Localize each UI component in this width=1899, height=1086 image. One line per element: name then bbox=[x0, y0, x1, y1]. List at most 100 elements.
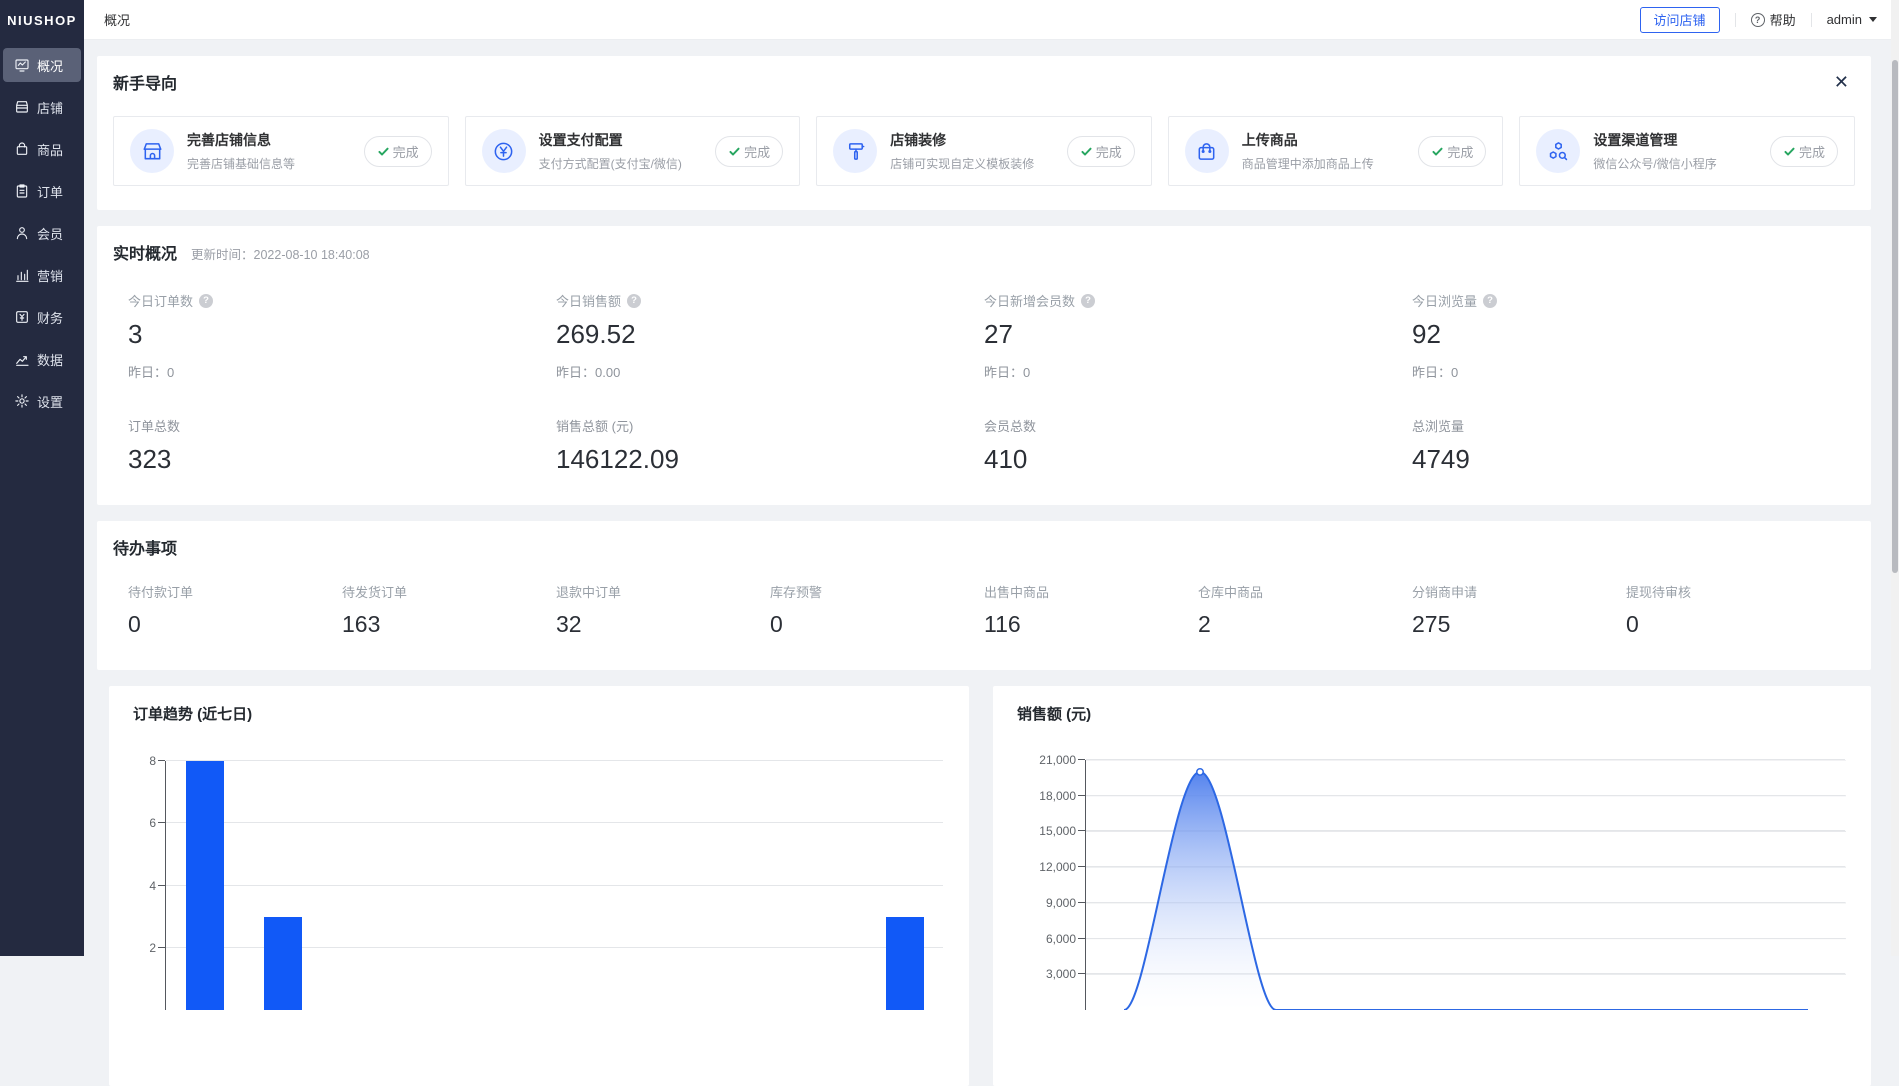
done-label: 完成 bbox=[744, 142, 770, 161]
bar[interactable] bbox=[264, 917, 302, 1010]
stat-label: 今日浏览量 bbox=[1412, 291, 1477, 310]
bar[interactable] bbox=[886, 917, 924, 1010]
guide-card-title: 完善店铺信息 bbox=[187, 130, 295, 150]
tick-mark bbox=[1078, 830, 1085, 831]
bar[interactable] bbox=[186, 761, 224, 1010]
guide-card[interactable]: 上传商品 商品管理中添加商品上传 完成 bbox=[1168, 116, 1504, 186]
yuan-circle-icon bbox=[482, 129, 526, 173]
done-badge[interactable]: 完成 bbox=[1418, 136, 1486, 167]
sales-area-chart bbox=[1086, 760, 1846, 1010]
guide-card-desc: 支付方式配置(支付宝/微信) bbox=[539, 155, 682, 172]
guide-card[interactable]: 完善店铺信息 完善店铺基础信息等 完成 bbox=[113, 116, 449, 186]
done-badge[interactable]: 完成 bbox=[1067, 136, 1135, 167]
sidebar-item-goods[interactable]: 商品 bbox=[3, 132, 81, 166]
tick-mark bbox=[1078, 759, 1085, 760]
sidebar: NIUSHOP 概况 店铺 商品 订单 会员 营销 财务 数据 bbox=[0, 0, 84, 956]
stat-total-value: 323 bbox=[128, 444, 556, 475]
sidebar-item-member[interactable]: 会员 bbox=[3, 216, 81, 250]
app-logo[interactable]: NIUSHOP bbox=[0, 0, 84, 40]
sales-chart-panel: 销售额 (元) 3,000 6,000 9,000 12,000 15,000 … bbox=[993, 686, 1871, 1086]
done-badge[interactable]: 完成 bbox=[364, 136, 432, 167]
todo-item[interactable]: 库存预警 0 bbox=[770, 582, 984, 638]
guide-card[interactable]: 设置支付配置 支付方式配置(支付宝/微信) 完成 bbox=[465, 116, 801, 186]
breadcrumb: 概况 bbox=[104, 10, 130, 29]
todo-item[interactable]: 待付款订单 0 bbox=[128, 582, 342, 638]
todo-item-value: 116 bbox=[984, 611, 1198, 638]
bag-icon bbox=[1185, 129, 1229, 173]
guide-card[interactable]: 店铺装修 店铺可实现自定义模板装修 完成 bbox=[816, 116, 1152, 186]
check-icon bbox=[377, 145, 390, 158]
todo-item-label: 出售中商品 bbox=[984, 582, 1198, 601]
close-icon[interactable]: ✕ bbox=[1834, 73, 1849, 91]
stat-label: 今日销售额 bbox=[556, 291, 621, 310]
finance-icon bbox=[14, 309, 30, 325]
user-menu[interactable]: admin bbox=[1827, 12, 1877, 27]
sidebar-item-overview[interactable]: 概况 bbox=[3, 48, 81, 82]
stat-total-label: 总浏览量 bbox=[1412, 416, 1840, 435]
sidebar-item-label: 财务 bbox=[37, 308, 63, 327]
todo-item[interactable]: 待发货订单 163 bbox=[342, 582, 556, 638]
stat-value: 3 bbox=[128, 319, 556, 350]
guide-title: 新手导向 bbox=[113, 70, 177, 94]
scrollbar-thumb[interactable] bbox=[1892, 60, 1898, 573]
help-button[interactable]: ? 帮助 bbox=[1751, 10, 1796, 29]
orders-chart[interactable]: 2 4 6 8 bbox=[165, 761, 943, 1010]
todo-item-label: 待发货订单 bbox=[342, 582, 556, 601]
done-badge[interactable]: 完成 bbox=[715, 136, 783, 167]
sidebar-item-data[interactable]: 数据 bbox=[3, 342, 81, 376]
y-tick-label: 9,000 bbox=[1046, 896, 1076, 910]
order-icon bbox=[14, 183, 30, 199]
stat-column: 今日新增会员数 ? 27 昨日：0 会员总数 410 bbox=[984, 291, 1412, 475]
sidebar-item-order[interactable]: 订单 bbox=[3, 174, 81, 208]
done-label: 完成 bbox=[393, 142, 419, 161]
overview-icon bbox=[14, 57, 30, 73]
tick-mark bbox=[158, 822, 165, 823]
stat-yesterday: 昨日：0 bbox=[984, 362, 1412, 381]
todo-item[interactable]: 分销商申请 275 bbox=[1412, 582, 1626, 638]
stat-total-label: 订单总数 bbox=[128, 416, 556, 435]
y-tick-label: 18,000 bbox=[1039, 789, 1076, 803]
stat-yesterday: 昨日：0.00 bbox=[556, 362, 984, 381]
tick-mark bbox=[1078, 795, 1085, 796]
question-icon[interactable]: ? bbox=[627, 294, 641, 308]
y-tick-label: 6,000 bbox=[1046, 932, 1076, 946]
topbar: 概况 访问店铺 ? 帮助 admin bbox=[84, 0, 1899, 40]
divider bbox=[1811, 13, 1812, 27]
check-icon bbox=[728, 145, 741, 158]
y-tick-label: 4 bbox=[149, 879, 156, 893]
guide-card-desc: 店铺可实现自定义模板装修 bbox=[890, 155, 1034, 172]
sidebar-item-label: 设置 bbox=[37, 392, 63, 411]
tick-mark bbox=[1078, 902, 1085, 903]
todo-item-value: 275 bbox=[1412, 611, 1626, 638]
y-tick-label: 2 bbox=[149, 941, 156, 955]
todo-item[interactable]: 出售中商品 116 bbox=[984, 582, 1198, 638]
question-icon[interactable]: ? bbox=[199, 294, 213, 308]
shop-icon bbox=[14, 99, 30, 115]
stat-total-value: 4749 bbox=[1412, 444, 1840, 475]
done-badge[interactable]: 完成 bbox=[1770, 136, 1838, 167]
sidebar-item-finance[interactable]: 财务 bbox=[3, 300, 81, 334]
sidebar-item-shop[interactable]: 店铺 bbox=[3, 90, 81, 124]
visit-shop-button[interactable]: 访问店铺 bbox=[1640, 7, 1720, 33]
todo-item[interactable]: 退款中订单 32 bbox=[556, 582, 770, 638]
gridline bbox=[166, 760, 943, 761]
goods-icon bbox=[14, 141, 30, 157]
check-icon bbox=[1431, 145, 1444, 158]
todo-item-value: 0 bbox=[128, 611, 342, 638]
stat-value: 269.52 bbox=[556, 319, 984, 350]
member-icon bbox=[14, 225, 30, 241]
question-icon[interactable]: ? bbox=[1483, 294, 1497, 308]
sidebar-item-settings[interactable]: 设置 bbox=[3, 384, 81, 418]
guide-card-title: 设置支付配置 bbox=[539, 130, 682, 150]
stat-column: 今日销售额 ? 269.52 昨日：0.00 销售总额 (元) 146122.0… bbox=[556, 291, 984, 475]
topbar-actions: 访问店铺 ? 帮助 admin bbox=[1640, 7, 1899, 33]
stat-value: 27 bbox=[984, 319, 1412, 350]
guide-cards: 完善店铺信息 完善店铺基础信息等 完成 设置支付配置 支付方式配置(支付宝/微信… bbox=[113, 116, 1855, 186]
y-tick-label: 8 bbox=[149, 754, 156, 768]
guide-card[interactable]: 设置渠道管理 微信公众号/微信小程序 完成 bbox=[1519, 116, 1855, 186]
todo-item[interactable]: 提现待审核 0 bbox=[1626, 582, 1840, 638]
todo-item[interactable]: 仓库中商品 2 bbox=[1198, 582, 1412, 638]
sales-chart[interactable]: 3,000 6,000 9,000 12,000 15,000 18,000 2… bbox=[1085, 760, 1845, 1010]
sidebar-item-marketing[interactable]: 营销 bbox=[3, 258, 81, 292]
question-icon[interactable]: ? bbox=[1081, 294, 1095, 308]
